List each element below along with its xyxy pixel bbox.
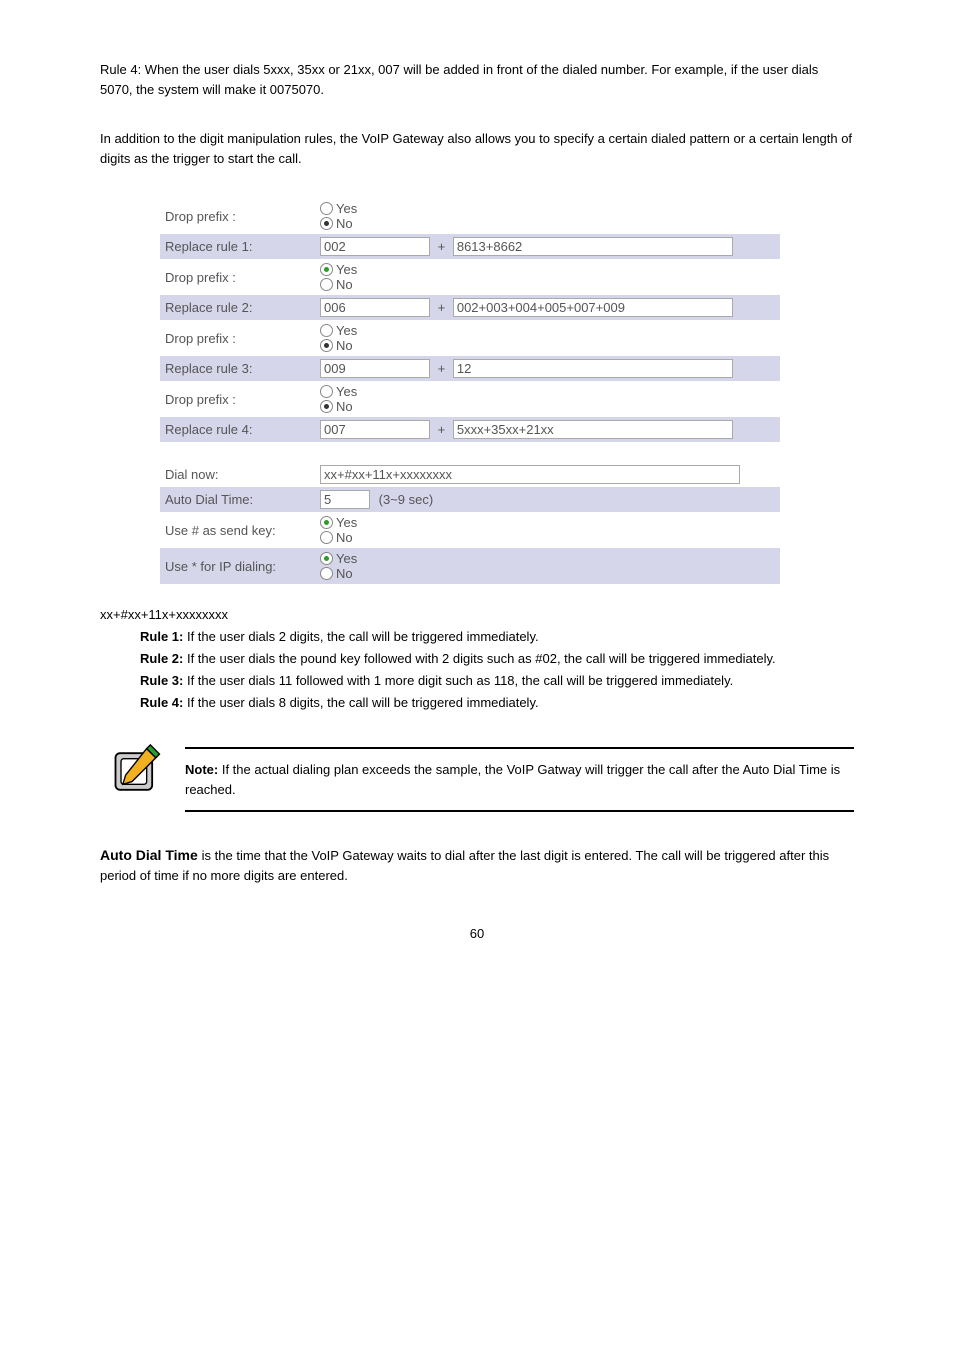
replace-rule-2-input-a[interactable] bbox=[320, 298, 430, 317]
use-hash-send-key-yes[interactable]: Yes bbox=[320, 515, 760, 530]
drop-prefix-1-label: Drop prefix : bbox=[160, 198, 315, 234]
dial-options-table: Dial now: Auto Dial Time: (3~9 sec) Use … bbox=[160, 462, 780, 584]
explanation-2: In addition to the digit manipulation ru… bbox=[100, 129, 854, 168]
use-star-ip-dialing-no[interactable]: No bbox=[320, 566, 760, 581]
drop-prefix-2-no[interactable]: No bbox=[320, 277, 760, 292]
explanation-1: Rule 4: When the user dials 5xxx, 35xx o… bbox=[100, 60, 854, 99]
plus-separator: + bbox=[434, 239, 450, 254]
replace-rule-2-label: Replace rule 2: bbox=[160, 295, 315, 320]
drop-prefix-3-no[interactable]: No bbox=[320, 338, 760, 353]
auto-dial-time-input[interactable] bbox=[320, 490, 370, 509]
replace-rule-1-input-b[interactable] bbox=[453, 237, 733, 256]
note-block: Note: If the actual dialing plan exceeds… bbox=[110, 744, 854, 815]
rule-2: Rule 2: If the user dials the pound key … bbox=[140, 648, 854, 670]
replace-rule-3-label: Replace rule 3: bbox=[160, 356, 315, 381]
page-number: 60 bbox=[100, 926, 854, 941]
rule-4: Rule 4: If the user dials 8 digits, the … bbox=[140, 692, 854, 714]
use-hash-send-key-label: Use # as send key: bbox=[160, 512, 315, 548]
auto-dial-time-hint: (3~9 sec) bbox=[379, 492, 434, 507]
replace-rule-1-label: Replace rule 1: bbox=[160, 234, 315, 259]
use-hash-send-key-no[interactable]: No bbox=[320, 530, 760, 545]
plus-separator: + bbox=[434, 300, 450, 315]
replace-rule-4-input-b[interactable] bbox=[453, 420, 733, 439]
use-star-ip-dialing-yes[interactable]: Yes bbox=[320, 551, 760, 566]
replace-rule-4-label: Replace rule 4: bbox=[160, 417, 315, 442]
drop-prefix-1-no[interactable]: No bbox=[320, 216, 760, 231]
replace-rule-1-input-a[interactable] bbox=[320, 237, 430, 256]
drop-prefix-3-yes[interactable]: Yes bbox=[320, 323, 760, 338]
drop-prefix-4-label: Drop prefix : bbox=[160, 381, 315, 417]
replace-rule-3-input-b[interactable] bbox=[453, 359, 733, 378]
drop-prefix-1-yes[interactable]: Yes bbox=[320, 201, 760, 216]
replace-rule-3-input-a[interactable] bbox=[320, 359, 430, 378]
rule-1: Rule 1: If the user dials 2 digits, the … bbox=[140, 626, 854, 648]
replace-rule-4-input-a[interactable] bbox=[320, 420, 430, 439]
rule-3: Rule 3: If the user dials 11 followed wi… bbox=[140, 670, 854, 692]
drop-prefix-4-no[interactable]: No bbox=[320, 399, 760, 414]
use-star-ip-dialing-label: Use * for IP dialing: bbox=[160, 548, 315, 584]
drop-prefix-2-label: Drop prefix : bbox=[160, 259, 315, 295]
dial-rules-table: Drop prefix : Yes No Replace rule 1: + D… bbox=[160, 198, 780, 442]
replace-rule-2-input-b[interactable] bbox=[453, 298, 733, 317]
plus-separator: + bbox=[434, 422, 450, 437]
auto-dial-time-label: Auto Dial Time: bbox=[160, 487, 315, 512]
auto-dial-paragraph: Auto Dial Time is the time that the VoIP… bbox=[100, 845, 854, 886]
drop-prefix-4-yes[interactable]: Yes bbox=[320, 384, 760, 399]
dial-now-pattern: xx+#xx+11x+xxxxxxxx bbox=[100, 604, 854, 626]
drop-prefix-2-yes[interactable]: Yes bbox=[320, 262, 760, 277]
drop-prefix-3-label: Drop prefix : bbox=[160, 320, 315, 356]
plus-separator: + bbox=[434, 361, 450, 376]
dial-now-input[interactable] bbox=[320, 465, 740, 484]
note-text: Note: If the actual dialing plan exceeds… bbox=[185, 752, 854, 807]
dial-now-label: Dial now: bbox=[160, 462, 315, 487]
pencil-note-icon bbox=[110, 744, 165, 799]
